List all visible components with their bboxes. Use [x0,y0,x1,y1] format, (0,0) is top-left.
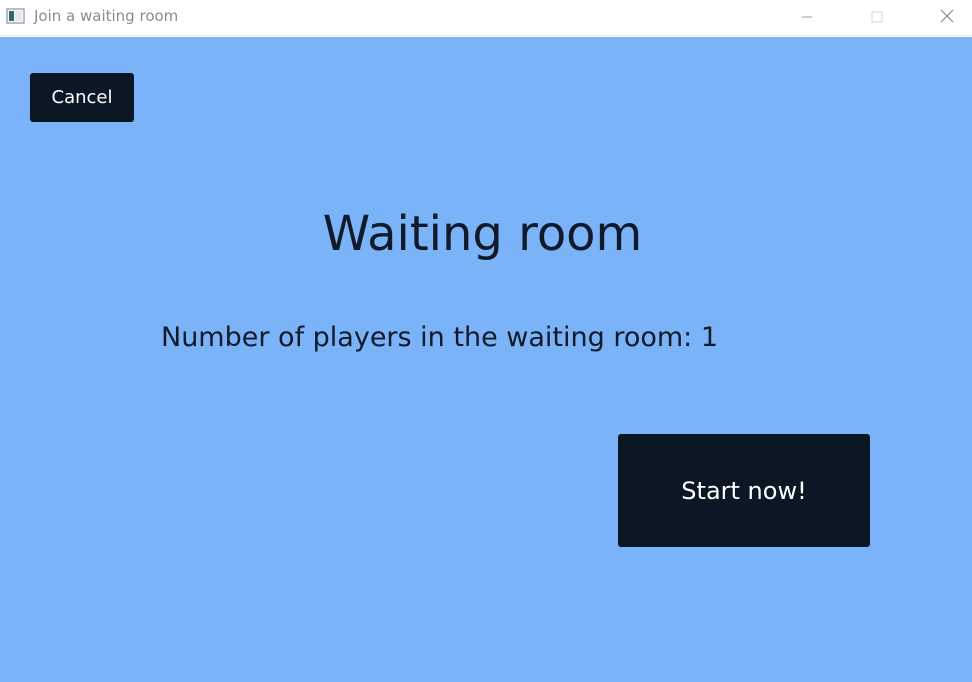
title-bar[interactable]: Join a waiting room [0,0,972,36]
maximize-icon [871,8,883,27]
minimize-icon [801,8,813,27]
player-count-line: Number of players in the waiting room: 1 [161,321,718,355]
maximize-button[interactable] [854,0,900,34]
page-title: Waiting room [322,206,643,262]
minimize-button[interactable] [784,0,830,34]
close-icon [940,8,954,27]
window-title: Join a waiting room [34,7,179,25]
window-app-icon [6,7,26,25]
close-button[interactable] [924,0,970,34]
waiting-room-panel: Cancel Waiting room Number of players in… [0,37,972,682]
cancel-button[interactable]: Cancel [30,73,134,122]
app-window: Join a waiting room Cancel Waiting room … [0,0,972,682]
player-count-value: 1 [700,322,719,353]
start-now-button[interactable]: Start now! [618,434,870,547]
player-count-label: Number of players in the waiting room: [161,322,693,353]
